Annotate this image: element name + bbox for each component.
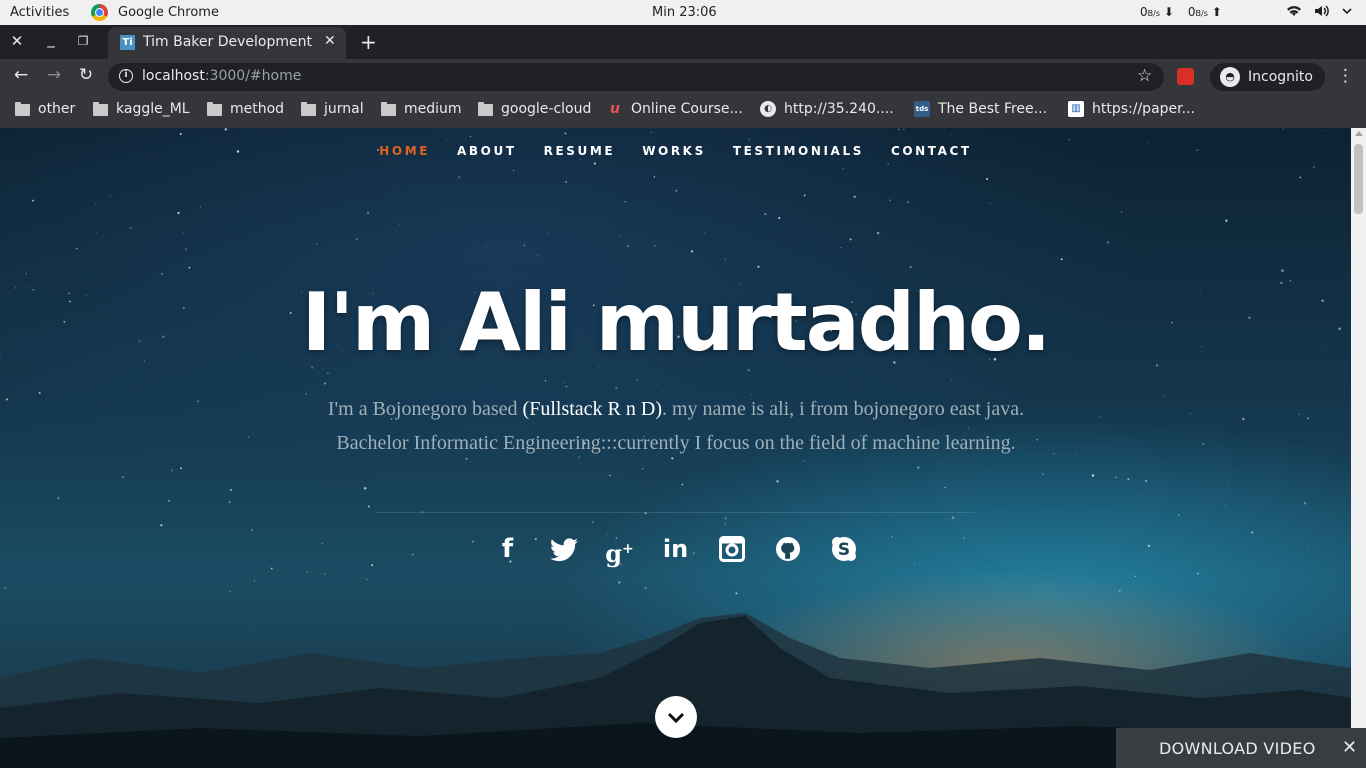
bookmark-item[interactable]: ▥ https://paper... [1068,101,1195,117]
hero-role-highlight: (Fullstack R n D) [522,398,662,420]
site-info-icon[interactable]: i [119,69,133,83]
web-page: HOME ABOUT RESUME WORKS TESTIMONIALS CON… [0,128,1351,768]
bookmark-item[interactable]: ◐ http://35.240.... [760,101,894,117]
page-scrollbar[interactable] [1351,128,1366,768]
divider [375,512,975,513]
social-links: f g+ in S [0,532,1351,568]
folder-icon [381,101,396,116]
upload-arrow-icon: ⬆ [1211,5,1222,19]
forward-arrow-icon[interactable]: → [43,65,65,85]
bookmark-item[interactable]: jurnal [301,101,364,117]
tab-close-icon[interactable]: ✕ [324,33,336,49]
bookmark-item[interactable]: medium [381,101,462,117]
power-menu-arrow-icon [1342,4,1352,22]
new-tab-icon[interactable]: + [360,30,377,54]
url-text[interactable]: localhost:3000/#home [142,68,301,84]
nav-works-link[interactable]: WORKS [642,144,706,158]
globe-icon: ◐ [760,101,776,117]
facebook-icon[interactable]: f [491,532,525,566]
folder-icon [15,101,30,116]
bookmark-item[interactable]: google-cloud [478,101,591,117]
github-icon[interactable] [771,532,805,566]
wifi-icon [1286,4,1302,22]
chrome-icon [91,4,108,21]
google-plus-icon[interactable]: g+ [603,532,637,568]
network-speed-indicator: 0B/s ⬇ 0B/s ⬆ [1140,5,1222,19]
folder-icon [207,101,222,116]
chevron-down-icon [667,712,685,724]
chrome-menu-icon[interactable]: ⋮ [1337,66,1354,86]
extension-icon[interactable] [1177,68,1194,85]
skype-icon[interactable]: S [827,532,861,566]
download-video-label[interactable]: DOWNLOAD VIDEO [1159,739,1316,758]
window-minimize-icon[interactable]: _ [41,30,61,48]
bookmarks-bar: other kaggle_ML method jurnal medium goo… [0,95,1366,128]
download-close-icon[interactable]: ✕ [1342,737,1357,758]
app-name-label: Google Chrome [118,5,219,20]
scroll-up-arrow-icon[interactable] [1355,131,1363,136]
bookmark-item[interactable]: tds The Best Free... [914,101,1047,117]
nav-about-link[interactable]: ABOUT [457,144,517,158]
download-arrow-icon: ⬇ [1163,5,1174,19]
scrollbar-thumb[interactable] [1354,144,1363,214]
activities-button[interactable]: Activities [10,5,69,20]
bookmark-item[interactable]: kaggle_ML [93,101,190,117]
back-arrow-icon[interactable]: ← [10,65,32,85]
tab-title: Tim Baker Development [143,34,312,50]
bookmark-item[interactable]: u Online Course... [607,101,743,117]
window-restore-icon[interactable]: ❐ [73,34,93,48]
browser-toolbar: ← → ↻ i localhost:3000/#home ☆ ◓ Incogni… [0,59,1366,95]
folder-icon [478,101,493,116]
nav-resume-link[interactable]: RESUME [544,144,616,158]
hero-headline: I'm Ali murtadho. [301,276,1052,369]
udemy-icon: u [610,101,620,117]
clock[interactable]: Min 23:06 [652,5,717,20]
system-top-bar: Activities Google Chrome Min 23:06 0B/s … [0,0,1366,25]
download-rate: 0B/s ⬇ [1140,5,1174,19]
download-video-popup[interactable]: DOWNLOAD VIDEO ✕ [1116,728,1366,768]
nav-testimonials-link[interactable]: TESTIMONIALS [733,144,864,158]
nav-home-link[interactable]: HOME [379,144,430,158]
linkedin-icon[interactable]: in [659,532,693,566]
tab-favicon: Ti [120,35,135,50]
volume-icon [1314,4,1330,22]
app-menu[interactable]: Google Chrome [91,4,219,21]
instagram-icon[interactable] [715,532,749,566]
nav-contact-link[interactable]: CONTACT [891,144,972,158]
incognito-icon: ◓ [1220,67,1240,87]
svg-text:S: S [837,540,849,560]
upload-rate: 0B/s ⬆ [1187,5,1222,19]
window-close-icon[interactable]: ✕ [7,32,27,50]
incognito-profile-button[interactable]: ◓ Incognito [1210,63,1325,91]
scroll-down-button[interactable] [655,696,697,738]
bookmark-star-icon[interactable]: ☆ [1137,66,1152,86]
incognito-label: Incognito [1248,69,1313,85]
papers-icon: ▥ [1068,101,1084,117]
tab-strip: ✕ _ ❐ Ti Tim Baker Development ✕ + [0,25,1366,59]
browser-tab[interactable]: Ti Tim Baker Development ✕ [108,27,346,59]
twitter-icon[interactable] [547,532,581,566]
bookmark-item[interactable]: other [15,101,75,117]
system-tray[interactable] [1286,4,1352,22]
site-nav: HOME ABOUT RESUME WORKS TESTIMONIALS CON… [0,144,1351,158]
address-bar[interactable]: i localhost:3000/#home ☆ [108,63,1164,91]
tds-icon: tds [914,101,930,117]
reload-icon[interactable]: ↻ [75,65,97,85]
hero-description: I'm a Bojonegoro based (Fullstack R n D)… [327,398,1025,454]
folder-icon [93,101,108,116]
folder-icon [301,101,316,116]
bookmark-item[interactable]: method [207,101,284,117]
